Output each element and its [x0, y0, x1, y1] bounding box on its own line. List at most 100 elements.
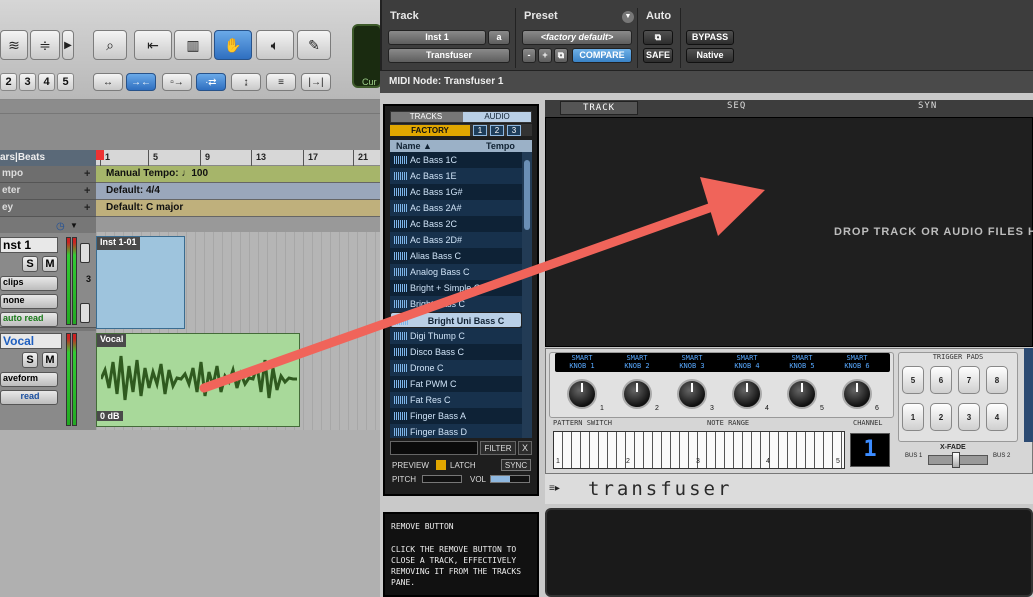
magnifier-icon[interactable]: ⌕ — [93, 30, 127, 60]
preset-selector[interactable]: <factory default> — [522, 30, 632, 45]
shuffle-icon[interactable]: ↔ — [93, 73, 123, 91]
latch-checkbox[interactable] — [436, 460, 446, 470]
mute-button[interactable]: M — [42, 256, 58, 272]
list-item[interactable]: Ac Bass 2D# — [390, 232, 522, 248]
smart-knob-2[interactable] — [622, 379, 652, 409]
add-icon[interactable]: + — [84, 202, 90, 214]
track-letter-selector[interactable]: a — [488, 30, 510, 45]
tab-track[interactable]: TRACK — [560, 101, 638, 115]
list-item[interactable]: Disco Bass C — [390, 344, 522, 360]
name-column-header[interactable]: Name ▲ — [396, 141, 432, 151]
list-item[interactable]: Ac Bass 1G# — [390, 184, 522, 200]
grid-number-2[interactable]: 2 — [0, 73, 17, 91]
sync-button[interactable]: SYNC — [501, 459, 531, 471]
grid-number-3[interactable]: 3 — [19, 73, 36, 91]
track-selector[interactable]: Inst 1 — [388, 30, 486, 45]
list-item[interactable]: Finger Bass D — [390, 424, 522, 438]
smart-knob-4[interactable] — [732, 379, 762, 409]
input-selector[interactable]: none — [0, 294, 58, 309]
smart-knob-6[interactable] — [842, 379, 872, 409]
slip-icon[interactable]: →← — [126, 73, 156, 91]
pad-6[interactable]: 6 — [930, 366, 952, 394]
factory-button[interactable]: FACTORY — [390, 125, 470, 136]
list-item[interactable]: Ac Bass 2A# — [390, 200, 522, 216]
tab-audio[interactable]: AUDIO — [463, 112, 531, 122]
link-icon[interactable]: |→| — [301, 73, 331, 91]
copy-icon[interactable]: ⧉ — [554, 48, 568, 63]
xfade-handle[interactable] — [952, 452, 960, 468]
nudge-icon[interactable]: ≡ — [266, 73, 296, 91]
compare-button[interactable]: COMPARE — [572, 48, 632, 63]
track-name[interactable]: nst 1 — [0, 237, 58, 253]
list-item[interactable]: Fat Res C — [390, 392, 522, 408]
pad-7[interactable]: 7 — [958, 366, 980, 394]
tab-seq[interactable]: SEQ — [727, 101, 746, 115]
plugin-selector[interactable]: Transfuser — [388, 48, 510, 63]
spot-icon[interactable]: ▫→ — [162, 73, 192, 91]
grid-mode-icon[interactable]: ∙⇄ — [196, 73, 226, 91]
tab-syn[interactable]: SYN — [918, 101, 937, 115]
automation-selector[interactable]: read — [0, 390, 58, 405]
solo-button[interactable]: S — [22, 352, 38, 368]
channel-display[interactable]: 1 — [850, 433, 890, 467]
spacing-icon[interactable]: ≑ — [30, 30, 60, 60]
trim-icon[interactable]: ⇤ — [134, 30, 172, 60]
tab-tracks[interactable]: TRACKS — [391, 112, 461, 122]
list-item-selected[interactable]: Bright Uni Bass C — [390, 312, 522, 328]
list-item[interactable]: Ac Bass 1C — [390, 152, 522, 168]
mute-button[interactable]: M — [42, 352, 58, 368]
clip-gain[interactable]: 0 dB — [97, 411, 123, 421]
smart-knob-5[interactable] — [787, 379, 817, 409]
preset-menu-icon[interactable]: ▼ — [622, 11, 634, 23]
list-item[interactable]: Digi Thump C — [390, 328, 522, 344]
add-icon[interactable]: + — [84, 168, 90, 180]
automation-window-icon[interactable]: ⧉ — [643, 30, 673, 45]
filter-input[interactable] — [390, 441, 478, 455]
grid-number-5[interactable]: 5 — [57, 73, 74, 91]
bank-3-button[interactable]: 3 — [507, 125, 521, 136]
pad-5[interactable]: 5 — [902, 366, 924, 394]
list-item[interactable]: Drone C — [390, 360, 522, 376]
waveform-select-icon[interactable]: ▥ — [174, 30, 212, 60]
volume-slider[interactable] — [490, 475, 530, 483]
pad-8[interactable]: 8 — [986, 366, 1008, 394]
pad-3[interactable]: 3 — [958, 403, 980, 431]
track-name[interactable]: Vocal — [0, 333, 62, 349]
pitch-slider[interactable] — [422, 475, 462, 483]
meter-ruler[interactable]: Default: 4/4 — [96, 183, 380, 200]
midi-clip[interactable]: Inst 1-01 — [96, 236, 185, 329]
bank-2-button[interactable]: 2 — [490, 125, 504, 136]
filter-button[interactable]: FILTER — [480, 441, 516, 455]
tab-to-transient-icon[interactable]: ↨ — [231, 73, 261, 91]
list-item[interactable]: Fat PWM C — [390, 376, 522, 392]
list-item[interactable]: Bright Bass C — [390, 296, 522, 312]
list-item[interactable]: Finger Bass A — [390, 408, 522, 424]
bars-beats-ruler[interactable]: 1 5 9 13 17 21 — [96, 150, 380, 166]
tempo-ruler[interactable]: Manual Tempo: ♩100 — [96, 166, 380, 183]
empty-timeline[interactable] — [0, 430, 380, 597]
speaker-icon[interactable]: 🔈︎ — [256, 30, 294, 60]
previous-preset-button[interactable]: - — [522, 48, 536, 63]
smart-knob-1[interactable] — [567, 379, 597, 409]
key-ruler[interactable]: Default: C major — [96, 200, 380, 217]
scrollbar-thumb[interactable] — [524, 160, 530, 230]
tempo-column-header[interactable]: Tempo — [486, 141, 515, 151]
bank-1-button[interactable]: 1 — [473, 125, 487, 136]
play-arrow-icon[interactable]: ▶ — [62, 30, 74, 60]
list-item[interactable]: Bright + Simple C — [390, 280, 522, 296]
playhead-flag-icon[interactable] — [96, 150, 104, 160]
midi-fader[interactable] — [80, 303, 90, 323]
add-icon[interactable]: + — [84, 185, 90, 197]
menu-icon[interactable]: ≡▸ — [549, 483, 560, 494]
pencil-icon[interactable]: ✎ — [297, 30, 331, 60]
audio-clip[interactable]: Vocal — [96, 333, 300, 427]
chevron-down-icon[interactable]: ▼ — [70, 221, 82, 233]
list-item[interactable]: Analog Bass C — [390, 264, 522, 280]
smart-knob-3[interactable] — [677, 379, 707, 409]
pad-1[interactable]: 1 — [902, 403, 924, 431]
list-item[interactable]: Ac Bass 1E — [390, 168, 522, 184]
list-item[interactable]: Ac Bass 2C — [390, 216, 522, 232]
pad-2[interactable]: 2 — [930, 403, 952, 431]
solo-button[interactable]: S — [22, 256, 38, 272]
clear-filter-button[interactable]: X — [518, 441, 532, 455]
